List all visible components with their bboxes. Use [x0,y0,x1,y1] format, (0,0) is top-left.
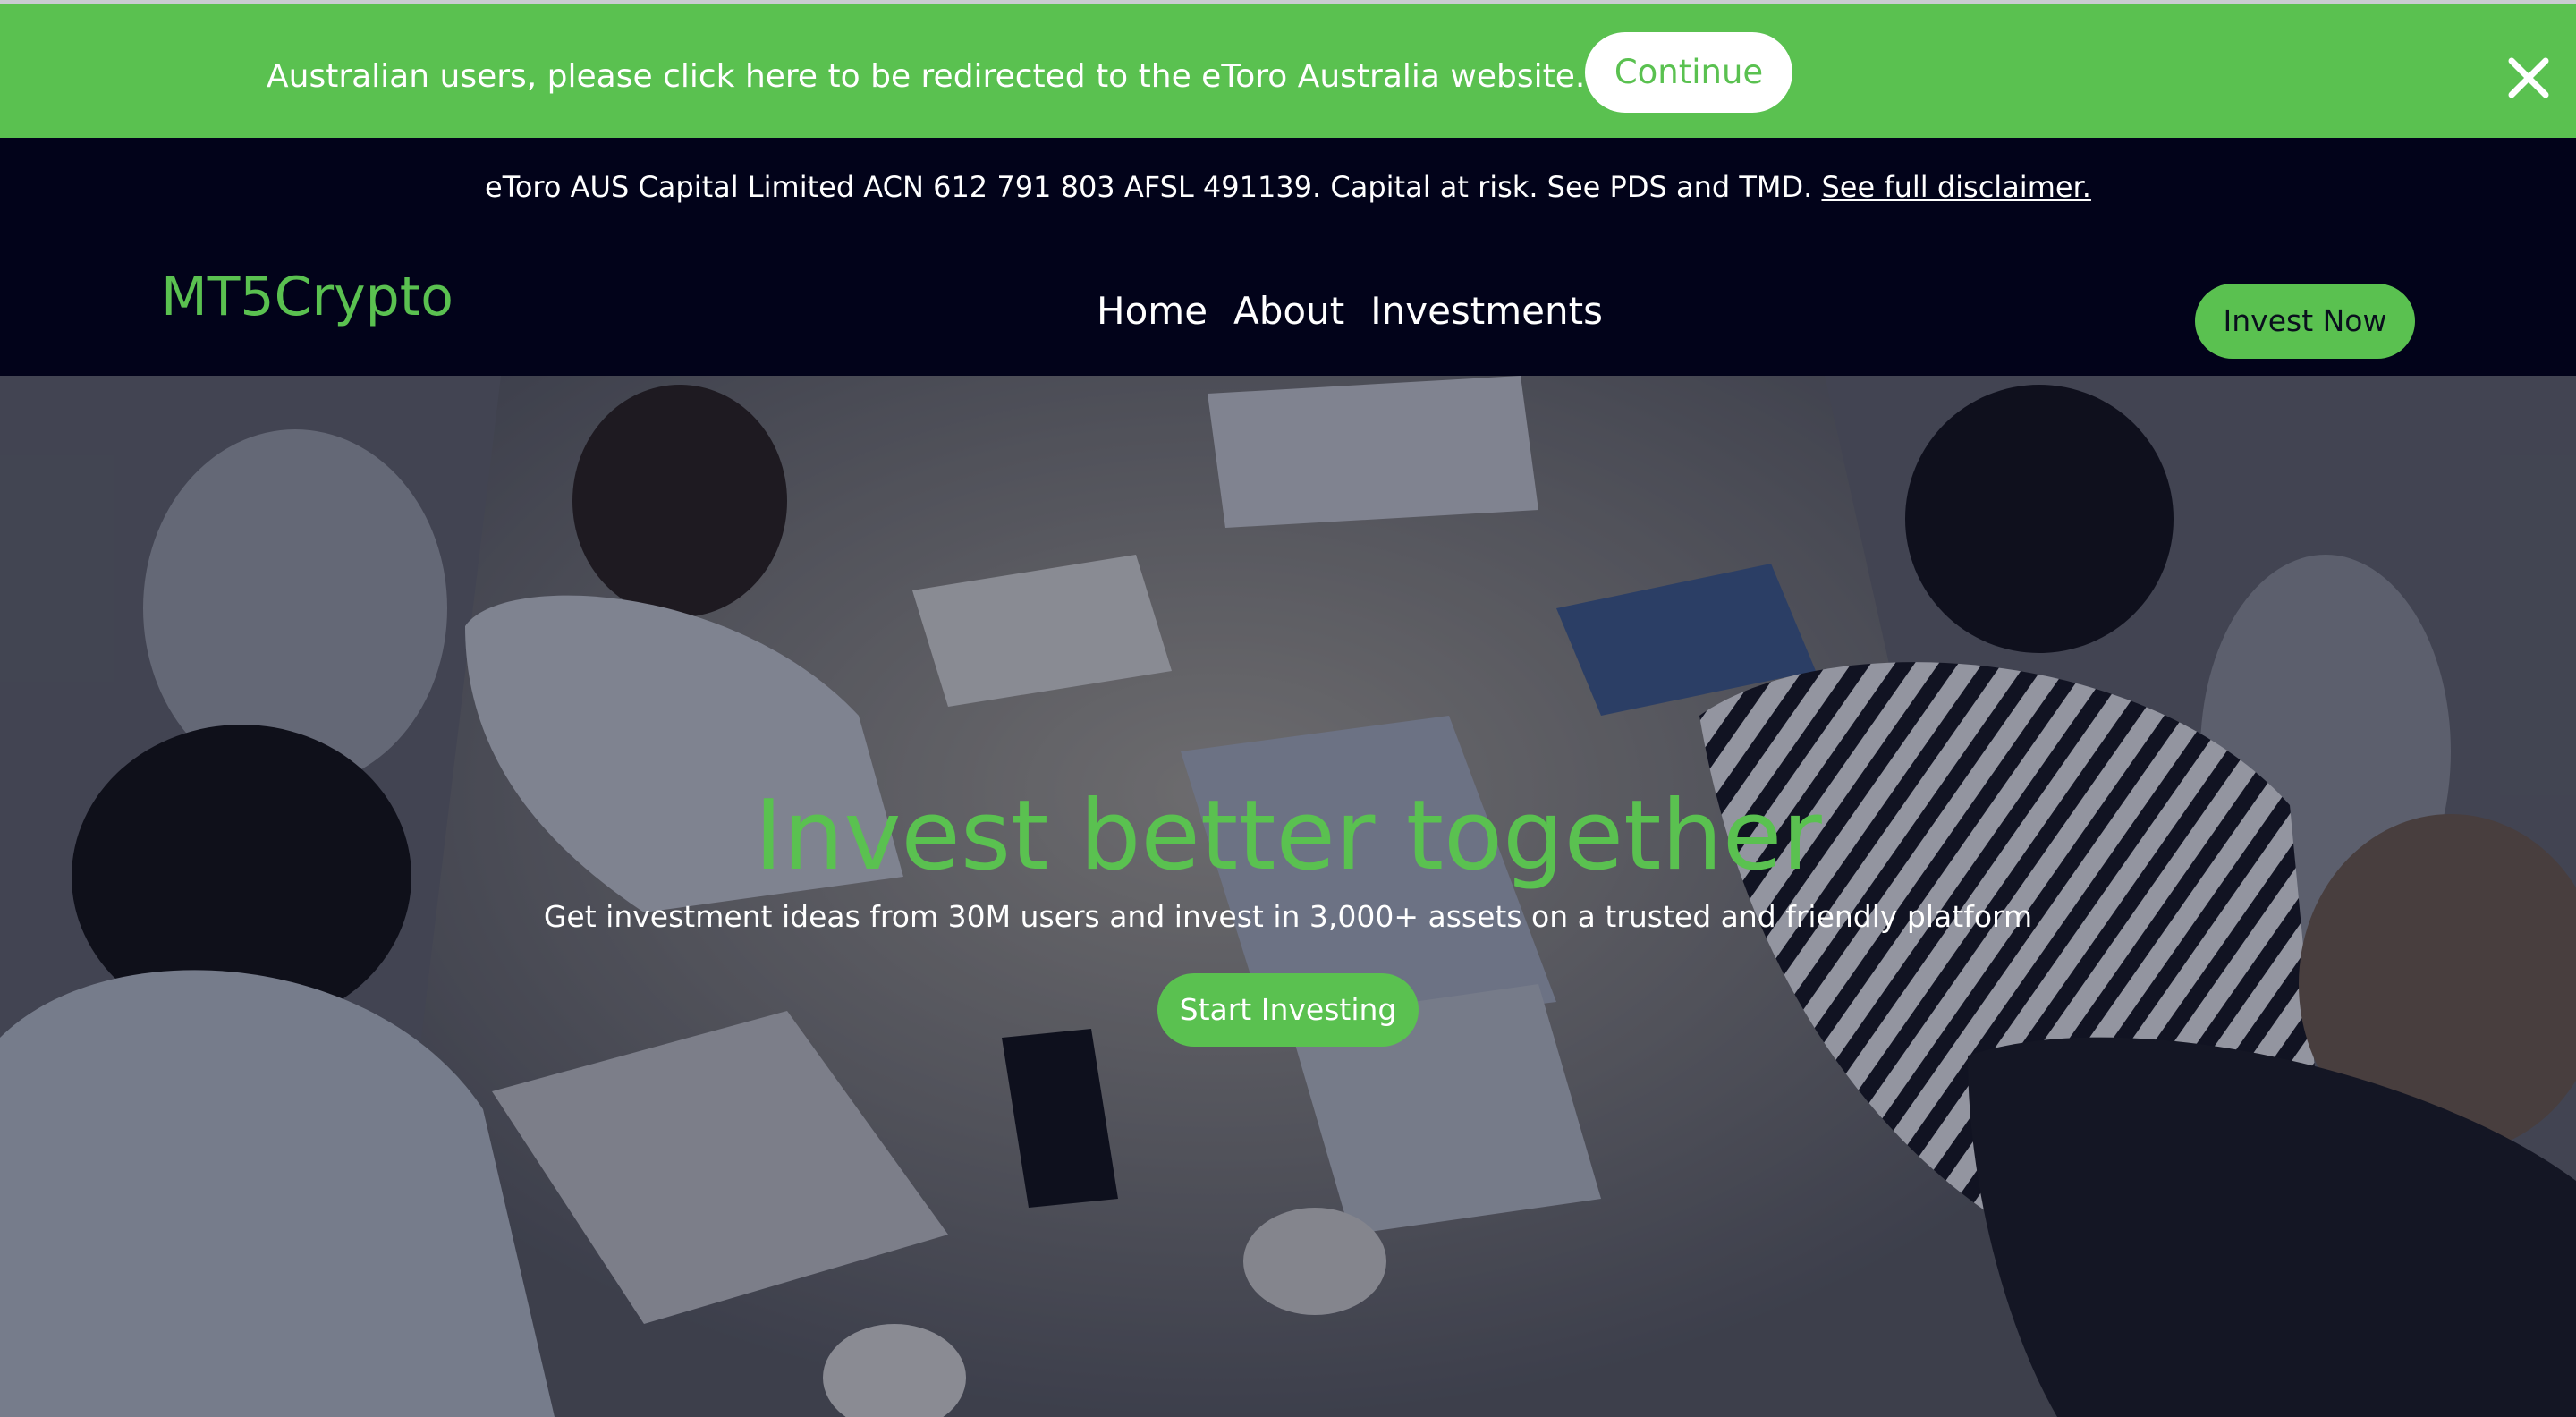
hero-section: Invest better together Get investment id… [0,376,2576,1417]
site-logo[interactable]: MT5Crypto [161,261,453,333]
nav-link-about[interactable]: About [1233,286,1344,336]
hero-title: Invest better together [754,780,1822,892]
nav-links: Home About Investments [1097,286,1629,336]
close-banner-button[interactable] [2504,54,2553,102]
invest-now-button[interactable]: Invest Now [2195,284,2415,359]
geo-redirect-banner: Australian users, please click here to b… [0,4,2576,138]
full-disclaimer-link[interactable]: See full disclaimer. [1821,170,2090,204]
start-investing-button[interactable]: Start Investing [1157,973,1419,1047]
nav-link-investments[interactable]: Investments [1370,286,1603,336]
hero-subtitle: Get investment ideas from 30M users and … [543,899,2033,934]
geo-redirect-message[interactable]: Australian users, please click here to b… [267,55,1585,99]
nav-link-home[interactable]: Home [1097,286,1208,336]
close-icon [2508,57,2549,98]
continue-button[interactable]: Continue [1585,32,1792,113]
disclaimer-text: eToro AUS Capital Limited ACN 612 791 80… [485,170,1822,204]
main-navbar: MT5Crypto Home About Investments Invest … [0,236,2576,376]
risk-disclaimer-bar: eToro AUS Capital Limited ACN 612 791 80… [0,138,2576,236]
